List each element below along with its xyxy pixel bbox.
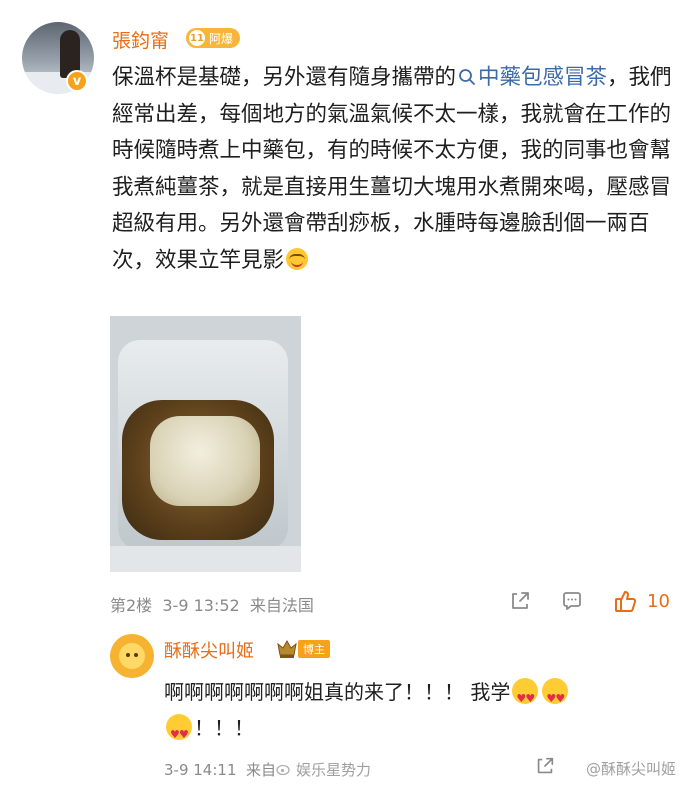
avatar-face bbox=[119, 643, 145, 669]
reply-location: 来自 bbox=[246, 761, 277, 779]
share-icon[interactable] bbox=[508, 589, 532, 613]
reply-text: 啊啊啊啊啊啊啊姐真的来了！！！ 我学 ！！！ bbox=[164, 674, 664, 753]
reply-meta: 3-9 14:11 来自 bbox=[164, 759, 276, 780]
reply-avatar[interactable] bbox=[110, 634, 154, 678]
level-number: 11 bbox=[189, 30, 205, 46]
like-count: 10 bbox=[647, 591, 670, 612]
comment-location: 来自法国 bbox=[249, 596, 314, 615]
reply-text-tail: ！！！ bbox=[194, 716, 254, 740]
blogger-badge: 博主 bbox=[298, 640, 330, 658]
reply-date: 3-9 14:11 bbox=[164, 761, 237, 779]
thumbs-up-icon[interactable] bbox=[613, 588, 639, 614]
comment-icon[interactable] bbox=[560, 589, 584, 613]
heart-eyes-emoji-icon bbox=[166, 714, 192, 753]
heart-eyes-emoji-icon bbox=[512, 678, 539, 717]
level-label: 阿爆 bbox=[209, 31, 234, 46]
comment-text-after-link: ，我們經常出差，每個地方的氣溫氣候不太一樣，我就會在工作的時候隨時煮上中藥包，有… bbox=[112, 65, 672, 273]
topic-link-label: 中藥包感冒茶 bbox=[478, 65, 608, 90]
weibo-watermark-icon bbox=[276, 764, 290, 776]
comment-text: 保溫杯是基礎，另外還有隨身攜帶的 中藥包感冒茶，我們經常出差，每個地方的氣溫氣候不… bbox=[112, 60, 672, 279]
photo-herb-bag bbox=[150, 416, 260, 506]
crown-icon bbox=[277, 639, 297, 658]
avatar-eye-right bbox=[134, 653, 138, 657]
comment-photo[interactable] bbox=[110, 316, 301, 572]
comment-text-before-link: 保溫杯是基礎，另外還有隨身攜帶的 bbox=[112, 65, 457, 90]
search-icon bbox=[459, 69, 475, 85]
heart-eyes-emoji-icon bbox=[542, 678, 569, 717]
watermark-right: @酥酥尖叫姬 bbox=[586, 760, 677, 778]
verified-badge-icon: v bbox=[66, 70, 88, 92]
comment-date: 3-9 13:52 bbox=[162, 596, 240, 615]
comment-meta: 第2楼 3-9 13:52 来自法国 bbox=[110, 592, 314, 616]
smile-emoji-icon bbox=[286, 247, 309, 270]
photo-base bbox=[110, 546, 301, 572]
floor-number: 第2楼 bbox=[110, 596, 153, 615]
author-name[interactable]: 張鈞甯 bbox=[112, 26, 169, 53]
reply-text-main: 啊啊啊啊啊啊啊姐真的来了！！！ 我学 bbox=[164, 680, 511, 704]
topic-link[interactable]: 中藥包感冒茶 bbox=[456, 65, 607, 90]
reply-author-name[interactable]: 酥酥尖叫姬 bbox=[164, 637, 254, 663]
level-badge: 11 阿爆 bbox=[186, 28, 241, 48]
watermark-left: 娱乐星势力 bbox=[296, 761, 372, 779]
avatar-eye-left bbox=[126, 653, 130, 657]
share-icon[interactable] bbox=[534, 755, 556, 777]
